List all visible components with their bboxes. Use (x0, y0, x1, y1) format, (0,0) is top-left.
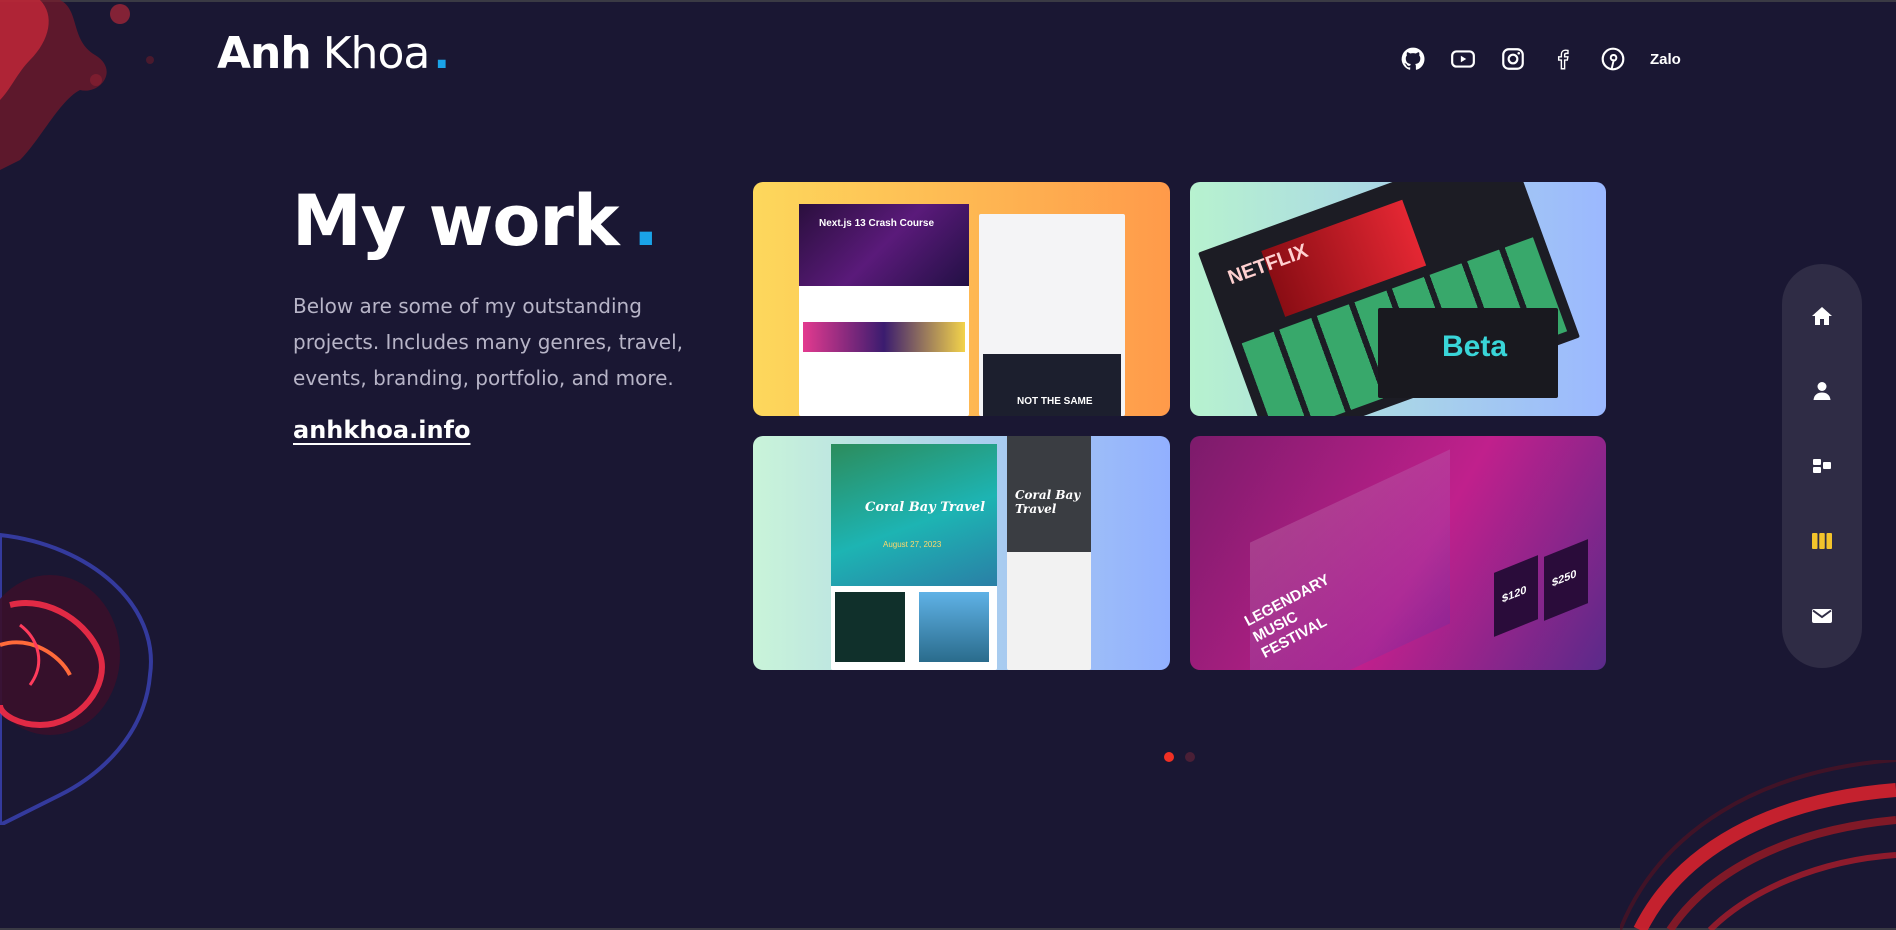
github-link[interactable] (1398, 44, 1428, 74)
zalo-link[interactable]: Zalo (1650, 51, 1681, 68)
red-swirl-decoration (1620, 760, 1896, 930)
red-splash-decoration (0, 0, 154, 170)
instagram-link[interactable] (1498, 44, 1528, 74)
logo-last-name: Khoa (322, 28, 431, 79)
pinterest-icon (1601, 47, 1625, 71)
youtube-link[interactable] (1448, 44, 1478, 74)
title-dot: . (632, 180, 660, 262)
project-screenshot: NOT THE SAME (979, 214, 1125, 416)
nav-contact[interactable] (1806, 600, 1838, 632)
social-links: Zalo (1398, 44, 1681, 74)
screenshot-date: August 27, 2023 (883, 540, 942, 549)
nav-services[interactable] (1806, 450, 1838, 482)
side-navigation (1782, 264, 1862, 668)
logo-first-name: Anh (217, 28, 312, 79)
project-screenshot: Beta (1378, 308, 1558, 398)
brain-bulb-decoration (0, 532, 153, 825)
screenshot-heading: Coral Bay Travel (865, 500, 986, 515)
screenshot-price: $250 (1552, 567, 1577, 590)
project-card-music-festival[interactable]: LEGENDARY MUSIC FESTIVAL $120 $250 (1190, 436, 1606, 670)
project-screenshot: Coral Bay Travel August 27, 2023 (831, 444, 997, 670)
home-icon (1812, 307, 1832, 325)
work-icon (1812, 533, 1832, 549)
instagram-icon (1502, 48, 1524, 70)
page-description: Below are some of my outstanding project… (293, 294, 684, 390)
screenshot-price: $120 (1502, 583, 1527, 606)
mail-icon (1812, 609, 1832, 623)
project-screenshot: Coral Bay Travel (1007, 436, 1091, 670)
site-logo[interactable]: Anh Khoa . (217, 28, 450, 84)
top-border (0, 0, 1896, 2)
pagination-dot-1[interactable] (1164, 752, 1174, 762)
facebook-link[interactable] (1548, 44, 1578, 74)
user-icon (1813, 382, 1831, 400)
website-link[interactable]: anhkhoa.info (293, 416, 470, 444)
project-card-nextjs-course[interactable]: Next.js 13 Crash Course NOT THE SAME (753, 182, 1170, 416)
github-icon (1401, 47, 1425, 70)
facebook-icon (1557, 49, 1569, 70)
project-screenshot: Next.js 13 Crash Course (799, 204, 969, 416)
project-card-netflix-clone[interactable]: NETFLIX Beta (1190, 182, 1606, 416)
youtube-icon (1451, 50, 1475, 68)
project-card-coral-bay-travel[interactable]: Coral Bay Travel August 27, 2023 Coral B… (753, 436, 1170, 670)
screenshot-heading: Next.js 13 Crash Course (819, 218, 935, 229)
services-icon (1813, 459, 1831, 473)
screenshot-caption: Beta (1442, 330, 1508, 363)
pagination-dot-2[interactable] (1185, 752, 1195, 762)
logo-dot: . (433, 28, 451, 79)
pinterest-link[interactable] (1598, 44, 1628, 74)
nav-about[interactable] (1806, 375, 1838, 407)
nav-home[interactable] (1806, 300, 1838, 332)
page-title-text: My work (292, 180, 619, 262)
page-title: My work. (292, 180, 660, 262)
screenshot-heading-mobile: Coral Bay Travel (1015, 488, 1081, 516)
nav-work[interactable] (1806, 525, 1838, 557)
screenshot-caption: NOT THE SAME (1017, 396, 1093, 407)
